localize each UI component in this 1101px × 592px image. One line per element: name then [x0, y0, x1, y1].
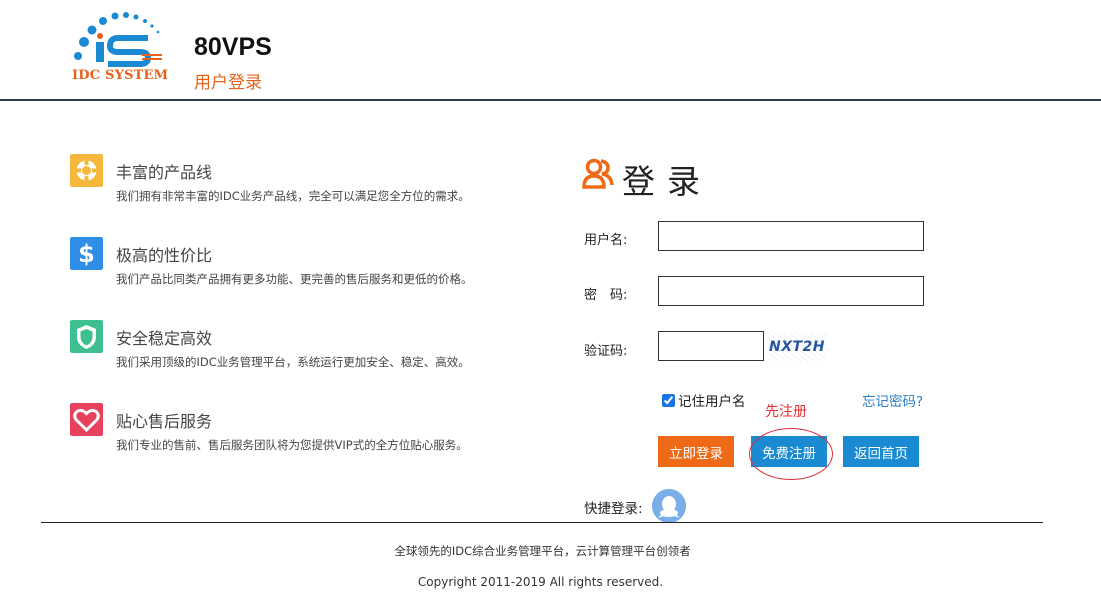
- feature-desc: 我们专业的售前、售后服务团队将为您提供VIP式的全方位贴心服务。: [116, 438, 468, 452]
- login-button[interactable]: 立即登录: [658, 436, 734, 467]
- remember-checkbox[interactable]: [662, 393, 675, 407]
- feature-desc: 我们拥有非常丰富的IDC业务产品线，完全可以满足您全方位的需求。: [116, 189, 470, 203]
- feature-title: 极高的性价比: [116, 246, 213, 265]
- remember-label: 记住用户名: [678, 394, 746, 410]
- annotation-circle: [749, 428, 833, 480]
- forgot-password-link[interactable]: 忘记密码?: [862, 390, 923, 410]
- site-name: 80VPS: [194, 33, 272, 61]
- feature-service: 贴心售后服务 我们专业的售前、售后服务团队将为您提供VIP式的全方位贴心服务。: [70, 403, 550, 467]
- feature-title: 贴心售后服务: [116, 412, 213, 431]
- login-title: 登录: [622, 162, 712, 201]
- heart-icon: [70, 403, 103, 436]
- password-label: 密 码:: [584, 288, 628, 303]
- svg-text:$: $: [78, 240, 95, 268]
- register-annotation: 先注册: [765, 404, 807, 420]
- feature-desc: 我们采用顶级的IDC业务管理平台，系统运行更加安全、稳定、高效。: [116, 355, 470, 369]
- password-input[interactable]: [658, 276, 924, 306]
- captcha-input[interactable]: [658, 331, 764, 361]
- footer-divider: [41, 522, 1043, 523]
- users-icon: [582, 158, 614, 189]
- logo-text: IDC SYSTEM: [72, 68, 169, 83]
- footer-copyright: Copyright 2011-2019 All rights reserved.: [417, 575, 664, 589]
- feature-security: 安全稳定高效 我们采用顶级的IDC业务管理平台，系统运行更加安全、稳定、高效。: [70, 320, 550, 384]
- feature-value: $ 极高的性价比 我们产品比同类产品拥有更多功能、更完善的售后服务和更低的价格。: [70, 237, 550, 301]
- username-input[interactable]: [658, 221, 924, 251]
- feature-title: 丰富的产品线: [116, 163, 213, 182]
- footer-tagline: 全球领先的IDC综合业务管理平台，云计算管理平台创领者: [394, 544, 691, 558]
- feature-title: 安全稳定高效: [116, 329, 213, 348]
- home-button[interactable]: 返回首页: [843, 436, 919, 467]
- feature-desc: 我们产品比同类产品拥有更多功能、更完善的售后服务和更低的价格。: [116, 272, 473, 286]
- qq-login-icon[interactable]: [652, 489, 686, 523]
- dollar-icon: $: [70, 237, 103, 270]
- quick-login-label: 快捷登录:: [584, 501, 643, 517]
- page-header: IDC SYSTEM 80VPS 用户登录: [0, 0, 1101, 101]
- captcha-label: 验证码:: [584, 344, 628, 359]
- feature-product-line: 丰富的产品线 我们拥有非常丰富的IDC业务产品线，完全可以满足您全方位的需求。: [70, 154, 550, 218]
- page-subtitle: 用户登录: [194, 73, 262, 93]
- username-label: 用户名:: [584, 233, 628, 248]
- remember-username[interactable]: 记住用户名: [662, 390, 746, 410]
- shield-icon: [70, 320, 103, 353]
- captcha-image[interactable]: NXT2H: [767, 333, 827, 361]
- lifebuoy-icon: [70, 154, 103, 187]
